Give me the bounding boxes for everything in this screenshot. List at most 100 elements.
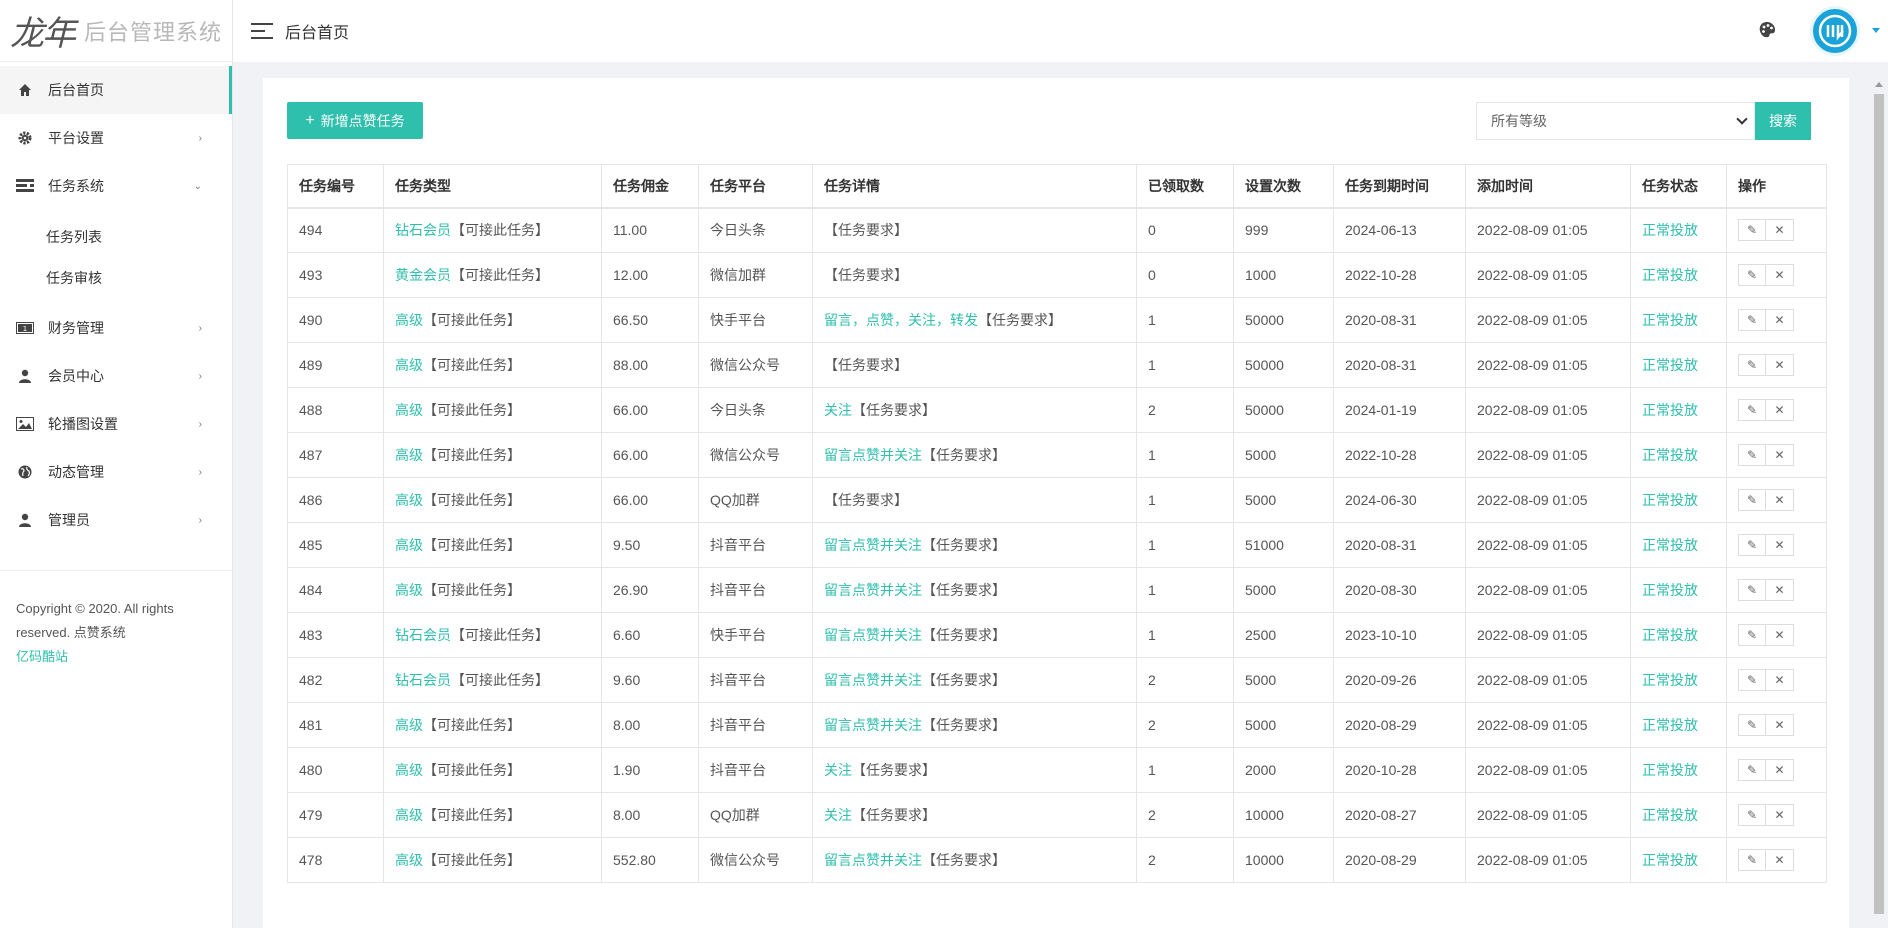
task-actions: ✎ ✕	[1726, 792, 1827, 838]
copyright-link[interactable]: 亿码酷站	[16, 645, 217, 669]
close-icon[interactable]: ✕	[1766, 309, 1794, 331]
task-detail-action: 关注	[824, 762, 852, 778]
task-added: 2022-08-09 01:05	[1465, 792, 1631, 838]
sidebar-item-dynamic-management[interactable]: 动态管理 ›	[0, 448, 232, 496]
edit-icon[interactable]: ✎	[1738, 579, 1766, 601]
edit-icon[interactable]: ✎	[1738, 354, 1766, 376]
sidebar-item-task-system[interactable]: 任务系统 ⌄	[0, 162, 232, 210]
edit-icon[interactable]: ✎	[1738, 309, 1766, 331]
task-type-suffix: 【可接此任务】	[423, 492, 521, 508]
scrollbar[interactable]	[1870, 78, 1888, 928]
sidebar-item-member-center[interactable]: 会员中心 ›	[0, 352, 232, 400]
edit-icon[interactable]: ✎	[1738, 669, 1766, 691]
task-id: 483	[287, 612, 384, 658]
edit-icon[interactable]: ✎	[1738, 489, 1766, 511]
scrollbar-thumb[interactable]	[1874, 94, 1884, 914]
sidebar-item-admin[interactable]: 管理员 ›	[0, 496, 232, 544]
task-level: 高级	[395, 582, 423, 598]
add-like-task-button[interactable]: + 新增点赞任务	[287, 102, 423, 139]
scroll-up-icon[interactable]	[1875, 82, 1883, 87]
task-type: 高级【可接此任务】	[383, 342, 602, 388]
task-actions: ✎ ✕	[1726, 837, 1827, 883]
task-times: 50000	[1233, 342, 1334, 388]
home-icon	[16, 81, 34, 99]
task-added: 2022-08-09 01:05	[1465, 747, 1631, 793]
close-icon[interactable]: ✕	[1766, 354, 1794, 376]
task-added: 2022-08-09 01:05	[1465, 612, 1631, 658]
close-icon[interactable]: ✕	[1766, 624, 1794, 646]
close-icon[interactable]: ✕	[1766, 264, 1794, 286]
chevron-right-icon: ›	[198, 132, 202, 144]
level-select[interactable]: 所有等级	[1476, 102, 1755, 140]
chevron-down-icon[interactable]	[1872, 28, 1880, 33]
col-status: 任务状态	[1630, 164, 1727, 209]
task-platform: 抖音平台	[698, 522, 813, 568]
task-actions: ✎ ✕	[1726, 252, 1827, 298]
task-added: 2022-08-09 01:05	[1465, 342, 1631, 388]
edit-icon[interactable]: ✎	[1738, 264, 1766, 286]
task-type-suffix: 【可接此任务】	[451, 672, 549, 688]
sidebar-item-platform-settings[interactable]: 平台设置 ›	[0, 114, 232, 162]
sidebar-item-carousel-settings[interactable]: 轮播图设置 ›	[0, 400, 232, 448]
edit-icon[interactable]: ✎	[1738, 399, 1766, 421]
task-type: 高级【可接此任务】	[383, 747, 602, 793]
edit-icon[interactable]: ✎	[1738, 624, 1766, 646]
sidebar-item-label: 会员中心	[48, 368, 104, 384]
close-icon[interactable]: ✕	[1766, 759, 1794, 781]
sidebar-item-home[interactable]: 后台首页	[0, 66, 232, 114]
sidebar-subitem-task-review[interactable]: 任务审核	[0, 257, 232, 298]
close-icon[interactable]: ✕	[1766, 489, 1794, 511]
task-table: 任务编号 任务类型 任务佣金 任务平台 任务详情 已领取数 设置次数 任务到期时…	[287, 164, 1827, 883]
task-detail: 留言点赞并关注【任务要求】	[812, 612, 1137, 658]
search-button[interactable]: 搜索	[1755, 102, 1811, 140]
task-actions: ✎ ✕	[1726, 747, 1827, 793]
edit-icon[interactable]: ✎	[1738, 219, 1766, 242]
close-icon[interactable]: ✕	[1766, 804, 1794, 826]
task-detail: 留言，点赞，关注，转发【任务要求】	[812, 297, 1137, 343]
task-platform: 抖音平台	[698, 567, 813, 613]
task-id: 481	[287, 702, 384, 748]
task-claimed: 0	[1136, 252, 1234, 298]
close-icon[interactable]: ✕	[1766, 579, 1794, 601]
task-detail: 关注【任务要求】	[812, 792, 1137, 838]
edit-icon[interactable]: ✎	[1738, 849, 1766, 871]
task-actions: ✎ ✕	[1726, 657, 1827, 703]
close-icon[interactable]: ✕	[1766, 219, 1794, 242]
close-icon[interactable]: ✕	[1766, 669, 1794, 691]
task-status: 正常投放	[1630, 522, 1727, 568]
close-icon[interactable]: ✕	[1766, 849, 1794, 871]
avatar[interactable]	[1810, 6, 1860, 56]
task-level: 高级	[395, 852, 423, 868]
task-detail-action: 留言点赞并关注	[824, 582, 922, 598]
task-detail-action: 关注	[824, 807, 852, 823]
logo[interactable]: 龙年 后台管理系统	[0, 0, 232, 62]
edit-icon[interactable]: ✎	[1738, 804, 1766, 826]
palette-icon[interactable]	[1756, 19, 1778, 41]
task-expire: 2020-08-27	[1333, 792, 1466, 838]
task-commission: 8.00	[601, 702, 699, 748]
edit-icon[interactable]: ✎	[1738, 444, 1766, 466]
sidebar-item-label: 管理员	[48, 512, 90, 528]
task-level: 高级	[395, 312, 423, 328]
task-added: 2022-08-09 01:05	[1465, 837, 1631, 883]
task-id: 490	[287, 297, 384, 343]
edit-icon[interactable]: ✎	[1738, 714, 1766, 736]
edit-icon[interactable]: ✎	[1738, 759, 1766, 781]
sidebar-subitem-task-list[interactable]: 任务列表	[0, 216, 232, 257]
task-detail-action: 留言点赞并关注	[824, 537, 922, 553]
menu-toggle-icon[interactable]	[251, 23, 273, 39]
table-row: 494 钻石会员【可接此任务】 11.00 今日头条 【任务要求】 0 999 2024-06…	[287, 207, 1827, 253]
close-icon[interactable]: ✕	[1766, 399, 1794, 421]
close-icon[interactable]: ✕	[1766, 714, 1794, 736]
task-type: 高级【可接此任务】	[383, 837, 602, 883]
task-added: 2022-08-09 01:05	[1465, 702, 1631, 748]
table-header-row: 任务编号 任务类型 任务佣金 任务平台 任务详情 已领取数 设置次数 任务到期时…	[287, 164, 1827, 209]
sidebar-item-finance[interactable]: 1 财务管理 ›	[0, 304, 232, 352]
task-detail-suffix: 【任务要求】	[922, 537, 1006, 553]
task-type: 高级【可接此任务】	[383, 522, 602, 568]
task-commission: 66.00	[601, 432, 699, 478]
task-commission: 6.60	[601, 612, 699, 658]
close-icon[interactable]: ✕	[1766, 534, 1794, 556]
close-icon[interactable]: ✕	[1766, 444, 1794, 466]
edit-icon[interactable]: ✎	[1738, 534, 1766, 556]
